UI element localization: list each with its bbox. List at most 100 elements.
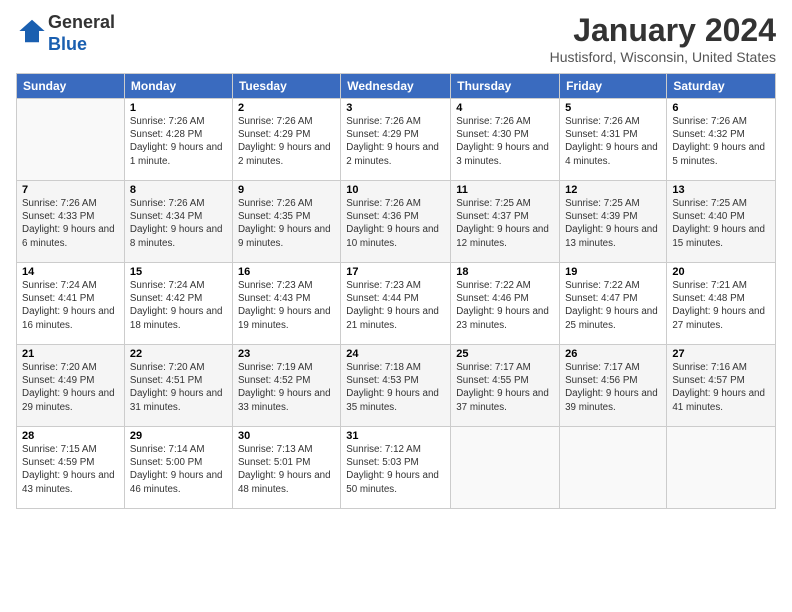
logo-text: General Blue: [48, 12, 115, 55]
calendar-cell: 25Sunrise: 7:17 AMSunset: 4:55 PMDayligh…: [451, 345, 560, 427]
day-info: Sunrise: 7:26 AMSunset: 4:30 PMDaylight:…: [456, 115, 554, 168]
day-number: 8: [130, 184, 227, 196]
calendar-cell: 21Sunrise: 7:20 AMSunset: 4:49 PMDayligh…: [17, 345, 125, 427]
calendar-cell: [667, 427, 776, 509]
col-tuesday: Tuesday: [232, 74, 340, 99]
day-number: 17: [346, 266, 445, 278]
calendar-cell: 17Sunrise: 7:23 AMSunset: 4:44 PMDayligh…: [341, 263, 451, 345]
col-monday: Monday: [124, 74, 232, 99]
day-info: Sunrise: 7:22 AMSunset: 4:47 PMDaylight:…: [565, 279, 661, 332]
day-info: Sunrise: 7:25 AMSunset: 4:40 PMDaylight:…: [672, 197, 770, 250]
day-info: Sunrise: 7:26 AMSunset: 4:34 PMDaylight:…: [130, 197, 227, 250]
calendar-cell: 14Sunrise: 7:24 AMSunset: 4:41 PMDayligh…: [17, 263, 125, 345]
day-info: Sunrise: 7:15 AMSunset: 4:59 PMDaylight:…: [22, 443, 119, 496]
day-info: Sunrise: 7:26 AMSunset: 4:32 PMDaylight:…: [672, 115, 770, 168]
calendar-cell: 20Sunrise: 7:21 AMSunset: 4:48 PMDayligh…: [667, 263, 776, 345]
calendar-cell: 18Sunrise: 7:22 AMSunset: 4:46 PMDayligh…: [451, 263, 560, 345]
day-number: 9: [238, 184, 335, 196]
day-number: 22: [130, 348, 227, 360]
calendar-cell: 4Sunrise: 7:26 AMSunset: 4:30 PMDaylight…: [451, 99, 560, 181]
calendar-cell: 24Sunrise: 7:18 AMSunset: 4:53 PMDayligh…: [341, 345, 451, 427]
day-number: 10: [346, 184, 445, 196]
day-number: 18: [456, 266, 554, 278]
header: General Blue January 2024 Hustisford, Wi…: [16, 12, 776, 65]
calendar-cell: 16Sunrise: 7:23 AMSunset: 4:43 PMDayligh…: [232, 263, 340, 345]
day-info: Sunrise: 7:19 AMSunset: 4:52 PMDaylight:…: [238, 361, 335, 414]
day-info: Sunrise: 7:23 AMSunset: 4:44 PMDaylight:…: [346, 279, 445, 332]
day-number: 27: [672, 348, 770, 360]
day-info: Sunrise: 7:24 AMSunset: 4:41 PMDaylight:…: [22, 279, 119, 332]
day-number: 3: [346, 102, 445, 114]
calendar-week-1: 1Sunrise: 7:26 AMSunset: 4:28 PMDaylight…: [17, 99, 776, 181]
day-number: 4: [456, 102, 554, 114]
calendar-cell: 3Sunrise: 7:26 AMSunset: 4:29 PMDaylight…: [341, 99, 451, 181]
calendar-week-2: 7Sunrise: 7:26 AMSunset: 4:33 PMDaylight…: [17, 181, 776, 263]
day-info: Sunrise: 7:14 AMSunset: 5:00 PMDaylight:…: [130, 443, 227, 496]
logo-icon: [18, 17, 46, 45]
calendar-cell: 26Sunrise: 7:17 AMSunset: 4:56 PMDayligh…: [560, 345, 667, 427]
calendar-week-5: 28Sunrise: 7:15 AMSunset: 4:59 PMDayligh…: [17, 427, 776, 509]
day-number: 21: [22, 348, 119, 360]
day-number: 2: [238, 102, 335, 114]
calendar-cell: 22Sunrise: 7:20 AMSunset: 4:51 PMDayligh…: [124, 345, 232, 427]
calendar-cell: 6Sunrise: 7:26 AMSunset: 4:32 PMDaylight…: [667, 99, 776, 181]
calendar-cell: 10Sunrise: 7:26 AMSunset: 4:36 PMDayligh…: [341, 181, 451, 263]
col-friday: Friday: [560, 74, 667, 99]
calendar-cell: 9Sunrise: 7:26 AMSunset: 4:35 PMDaylight…: [232, 181, 340, 263]
calendar-cell: 27Sunrise: 7:16 AMSunset: 4:57 PMDayligh…: [667, 345, 776, 427]
calendar-cell: [451, 427, 560, 509]
calendar-cell: 19Sunrise: 7:22 AMSunset: 4:47 PMDayligh…: [560, 263, 667, 345]
day-number: 11: [456, 184, 554, 196]
day-info: Sunrise: 7:26 AMSunset: 4:35 PMDaylight:…: [238, 197, 335, 250]
day-info: Sunrise: 7:21 AMSunset: 4:48 PMDaylight:…: [672, 279, 770, 332]
day-number: 24: [346, 348, 445, 360]
day-number: 26: [565, 348, 661, 360]
calendar-cell: 8Sunrise: 7:26 AMSunset: 4:34 PMDaylight…: [124, 181, 232, 263]
calendar-cell: 15Sunrise: 7:24 AMSunset: 4:42 PMDayligh…: [124, 263, 232, 345]
day-number: 14: [22, 266, 119, 278]
title-block: January 2024 Hustisford, Wisconsin, Unit…: [550, 12, 776, 65]
day-info: Sunrise: 7:18 AMSunset: 4:53 PMDaylight:…: [346, 361, 445, 414]
day-number: 16: [238, 266, 335, 278]
day-number: 5: [565, 102, 661, 114]
col-wednesday: Wednesday: [341, 74, 451, 99]
page: General Blue January 2024 Hustisford, Wi…: [0, 0, 792, 612]
day-number: 29: [130, 430, 227, 442]
col-sunday: Sunday: [17, 74, 125, 99]
day-number: 30: [238, 430, 335, 442]
calendar-cell: 28Sunrise: 7:15 AMSunset: 4:59 PMDayligh…: [17, 427, 125, 509]
calendar-cell: 23Sunrise: 7:19 AMSunset: 4:52 PMDayligh…: [232, 345, 340, 427]
day-number: 12: [565, 184, 661, 196]
logo: General Blue: [16, 12, 115, 55]
day-info: Sunrise: 7:24 AMSunset: 4:42 PMDaylight:…: [130, 279, 227, 332]
col-saturday: Saturday: [667, 74, 776, 99]
calendar-cell: 13Sunrise: 7:25 AMSunset: 4:40 PMDayligh…: [667, 181, 776, 263]
day-info: Sunrise: 7:20 AMSunset: 4:51 PMDaylight:…: [130, 361, 227, 414]
day-info: Sunrise: 7:22 AMSunset: 4:46 PMDaylight:…: [456, 279, 554, 332]
day-info: Sunrise: 7:23 AMSunset: 4:43 PMDaylight:…: [238, 279, 335, 332]
day-number: 1: [130, 102, 227, 114]
day-info: Sunrise: 7:26 AMSunset: 4:33 PMDaylight:…: [22, 197, 119, 250]
day-number: 25: [456, 348, 554, 360]
day-info: Sunrise: 7:20 AMSunset: 4:49 PMDaylight:…: [22, 361, 119, 414]
day-info: Sunrise: 7:26 AMSunset: 4:29 PMDaylight:…: [238, 115, 335, 168]
calendar-cell: 29Sunrise: 7:14 AMSunset: 5:00 PMDayligh…: [124, 427, 232, 509]
day-info: Sunrise: 7:17 AMSunset: 4:56 PMDaylight:…: [565, 361, 661, 414]
calendar-cell: 1Sunrise: 7:26 AMSunset: 4:28 PMDaylight…: [124, 99, 232, 181]
day-info: Sunrise: 7:26 AMSunset: 4:36 PMDaylight:…: [346, 197, 445, 250]
day-info: Sunrise: 7:13 AMSunset: 5:01 PMDaylight:…: [238, 443, 335, 496]
day-info: Sunrise: 7:26 AMSunset: 4:28 PMDaylight:…: [130, 115, 227, 168]
day-number: 28: [22, 430, 119, 442]
calendar-cell: 11Sunrise: 7:25 AMSunset: 4:37 PMDayligh…: [451, 181, 560, 263]
location: Hustisford, Wisconsin, United States: [550, 49, 776, 65]
calendar-header-row: Sunday Monday Tuesday Wednesday Thursday…: [17, 74, 776, 99]
calendar-cell: 7Sunrise: 7:26 AMSunset: 4:33 PMDaylight…: [17, 181, 125, 263]
day-number: 15: [130, 266, 227, 278]
day-info: Sunrise: 7:26 AMSunset: 4:31 PMDaylight:…: [565, 115, 661, 168]
calendar-cell: 31Sunrise: 7:12 AMSunset: 5:03 PMDayligh…: [341, 427, 451, 509]
day-number: 20: [672, 266, 770, 278]
calendar-cell: [17, 99, 125, 181]
calendar-cell: 30Sunrise: 7:13 AMSunset: 5:01 PMDayligh…: [232, 427, 340, 509]
day-number: 19: [565, 266, 661, 278]
month-title: January 2024: [550, 12, 776, 49]
